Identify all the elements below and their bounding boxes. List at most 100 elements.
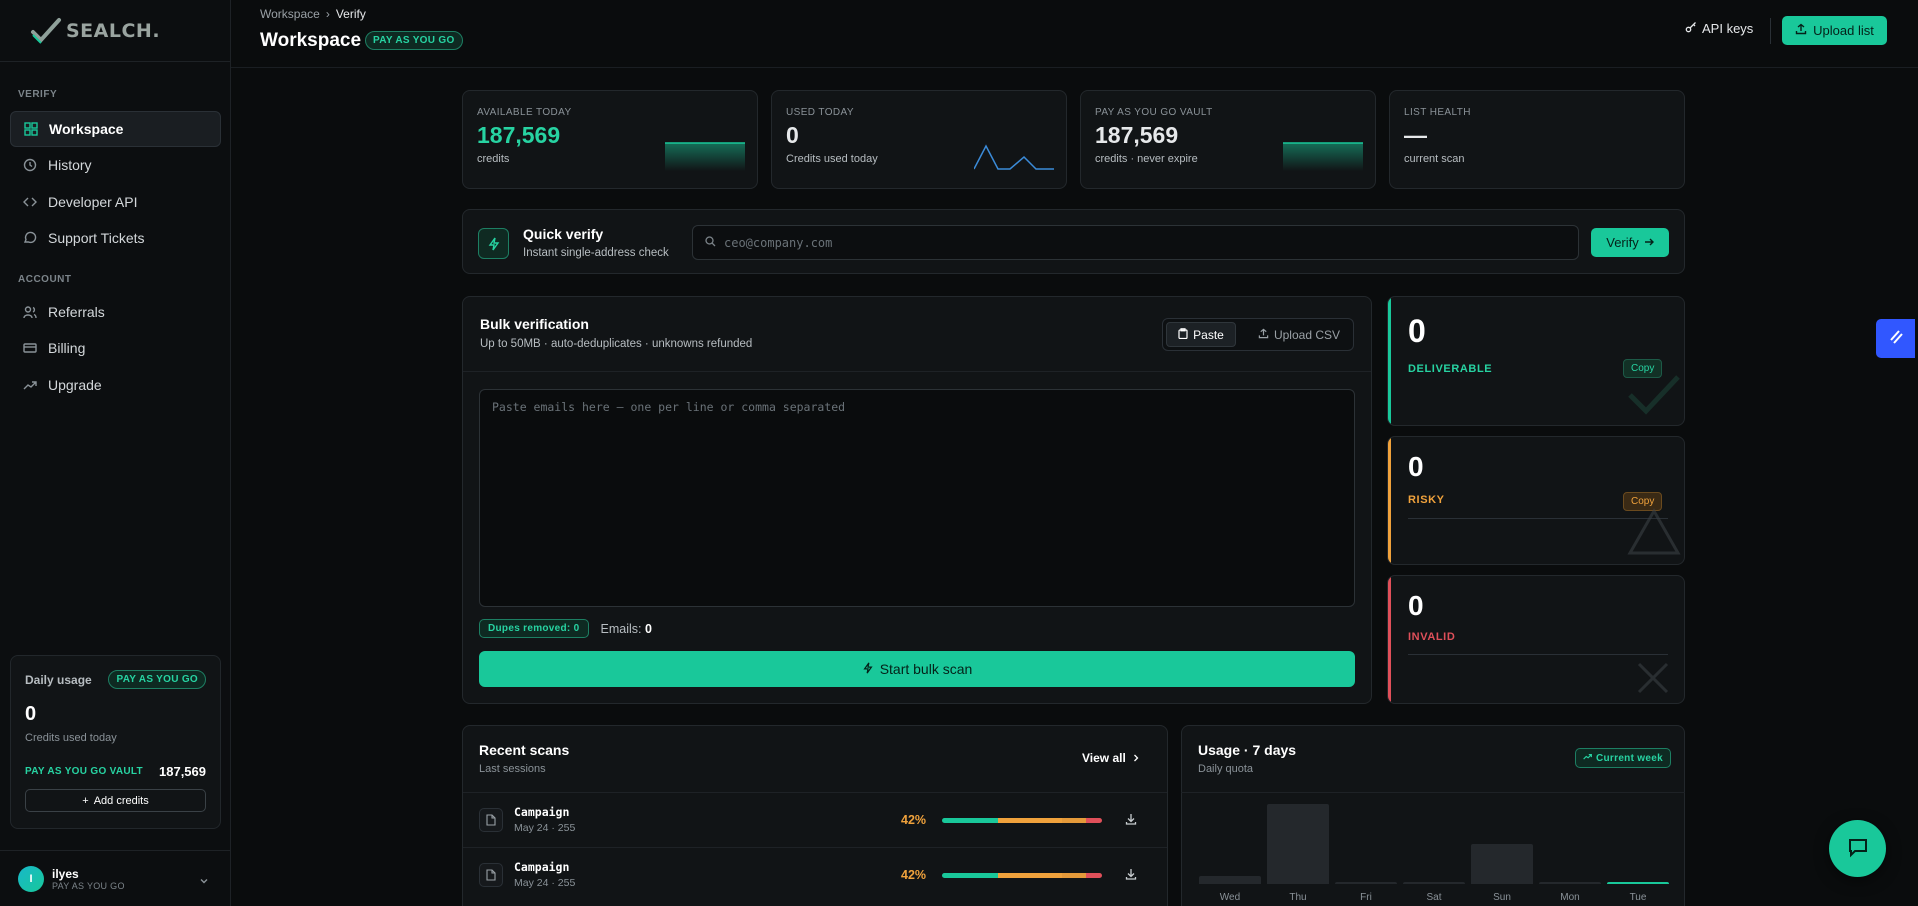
logo-check-icon xyxy=(31,17,61,44)
upload-list-label: Upload list xyxy=(1813,23,1874,38)
sidebar-item-billing[interactable]: Billing xyxy=(10,330,221,366)
download-icon[interactable] xyxy=(1125,867,1137,883)
arrow-right-icon xyxy=(1644,235,1654,250)
plan-badge: PAY AS YOU GO xyxy=(108,670,206,689)
sidebar-item-referrals[interactable]: Referrals xyxy=(10,294,221,330)
usage-bar-mon[interactable] xyxy=(1539,882,1601,884)
user-plan: PAY AS YOU GO xyxy=(52,880,125,891)
logo[interactable]: SEALCH. xyxy=(0,0,230,62)
sidebar-item-label: Upgrade xyxy=(48,377,102,393)
usage-bar-sun[interactable] xyxy=(1471,844,1533,884)
header-divider xyxy=(1770,18,1771,44)
bolt-widget-button[interactable] xyxy=(1876,319,1915,358)
stat-label: AVAILABLE TODAY xyxy=(477,107,572,118)
chat-launcher-button[interactable] xyxy=(1829,820,1886,877)
usage-day-label: Thu xyxy=(1289,892,1307,903)
dupes-value: 0 xyxy=(573,623,580,634)
plan-badge: PAY AS YOU GO xyxy=(365,31,463,50)
accent-bar xyxy=(1388,576,1391,703)
progress-segment xyxy=(1086,873,1102,878)
progress-segment xyxy=(1062,818,1086,823)
progress-segment xyxy=(942,873,998,878)
current-week-label: Current week xyxy=(1596,752,1663,764)
scan-name: Campaign xyxy=(514,860,570,874)
sidebar-item-label: Workspace xyxy=(49,121,124,137)
breadcrumb: Workspace › Verify xyxy=(260,7,366,21)
usage-day-label: Wed xyxy=(1219,892,1241,903)
sparkline xyxy=(1283,142,1363,171)
sidebar-item-history[interactable]: History xyxy=(10,147,221,183)
usage-bar-sat[interactable] xyxy=(1403,882,1465,884)
sidebar-item-support-tickets[interactable]: Support Tickets xyxy=(10,220,221,256)
bulk-title: Bulk verification xyxy=(480,316,589,332)
sidebar-item-label: Referrals xyxy=(48,304,105,320)
page-title: Workspace xyxy=(260,30,362,51)
stat-available-today: AVAILABLE TODAY 187,569 credits xyxy=(462,90,758,189)
sidebar-item-upgrade[interactable]: Upgrade xyxy=(10,367,221,403)
emails-label: Emails: xyxy=(600,621,642,636)
usage-bar-wed[interactable] xyxy=(1199,876,1261,884)
chevron-down-icon xyxy=(199,873,209,889)
sidebar-item-developer-api[interactable]: Developer API xyxy=(10,184,221,220)
user-name: ilyes xyxy=(52,866,79,881)
add-credits-label: Add credits xyxy=(93,794,149,807)
avatar: I xyxy=(18,865,44,892)
api-keys-button[interactable]: API keys xyxy=(1685,21,1753,36)
progress-segment xyxy=(1062,873,1086,878)
table-row[interactable]: Campaign May 24 · 255 42% xyxy=(463,792,1167,847)
stat-label: USED TODAY xyxy=(786,107,854,118)
result-label: INVALID xyxy=(1408,631,1456,643)
vault-label: PAY AS YOU GO VAULT xyxy=(25,766,143,777)
quick-verify-placeholder: ceo@company.com xyxy=(724,235,833,250)
quick-verify-input[interactable]: ceo@company.com xyxy=(692,225,1579,260)
scan-name: Campaign xyxy=(514,805,570,819)
upload-list-button[interactable]: Upload list xyxy=(1782,16,1887,45)
tab-upload-csv[interactable]: Upload CSV xyxy=(1247,322,1351,347)
result-value: 0 xyxy=(1408,313,1426,349)
textarea-placeholder: Paste emails here — one per line or comm… xyxy=(492,400,846,414)
warning-triangle-icon xyxy=(1627,507,1681,555)
result-value: 0 xyxy=(1408,451,1424,482)
stat-sub: current scan xyxy=(1404,153,1465,165)
usage-bar-fri[interactable] xyxy=(1335,882,1397,884)
bolt-icon xyxy=(478,228,509,259)
breadcrumb-workspace[interactable]: Workspace xyxy=(260,7,320,21)
file-icon xyxy=(479,863,503,887)
result-deliverable: 0 DELIVERABLE Copy xyxy=(1387,296,1685,426)
tab-paste[interactable]: Paste xyxy=(1166,322,1236,347)
verify-button[interactable]: Verify xyxy=(1591,228,1669,257)
table-row[interactable]: Campaign May 24 · 255 42% xyxy=(463,847,1167,902)
usage-day-label: Tue xyxy=(1629,892,1647,903)
daily-usage-title: Daily usage xyxy=(25,672,92,687)
chevron-right-icon xyxy=(1132,751,1140,765)
start-bulk-scan-button[interactable]: Start bulk scan xyxy=(479,651,1355,687)
result-invalid: 0 INVALID xyxy=(1387,575,1685,704)
x-icon xyxy=(1637,662,1669,694)
usage-bar-thu[interactable] xyxy=(1267,804,1329,884)
usage-bar-tue[interactable] xyxy=(1607,882,1669,884)
dupes-label: Dupes removed: xyxy=(488,623,571,634)
quick-verify-title: Quick verify xyxy=(523,226,604,242)
result-label: DELIVERABLE xyxy=(1408,363,1493,375)
breadcrumb-separator: › xyxy=(325,7,330,21)
search-icon xyxy=(705,235,716,250)
bolt-icon xyxy=(1887,328,1905,349)
recent-scans-title: Recent scans xyxy=(479,742,570,758)
emails-count: Emails: 0 xyxy=(601,622,652,636)
view-all-link[interactable]: View all xyxy=(1082,751,1140,765)
current-week-badge[interactable]: Current week xyxy=(1575,748,1671,768)
bulk-emails-textarea[interactable]: Paste emails here — one per line or comm… xyxy=(479,389,1355,607)
user-menu[interactable]: I ilyes PAY AS YOU GO xyxy=(0,850,231,906)
usage-day-label: Sat xyxy=(1426,892,1442,903)
breadcrumb-verify: Verify xyxy=(335,7,366,21)
verify-label: Verify xyxy=(1606,235,1639,250)
download-icon[interactable] xyxy=(1125,812,1137,828)
scan-meta: May 24 · 255 xyxy=(514,822,576,834)
daily-usage-sub: Credits used today xyxy=(25,732,117,744)
sidebar-item-workspace[interactable]: Workspace xyxy=(10,111,221,147)
add-credits-button[interactable]: + Add credits xyxy=(25,789,206,812)
bulk-sub: Up to 50MB · auto-deduplicates · unknown… xyxy=(480,338,753,350)
stat-label: PAY AS YOU GO VAULT xyxy=(1095,107,1213,118)
result-risky: 0 RISKY Copy xyxy=(1387,436,1685,565)
accent-bar xyxy=(1388,297,1391,425)
